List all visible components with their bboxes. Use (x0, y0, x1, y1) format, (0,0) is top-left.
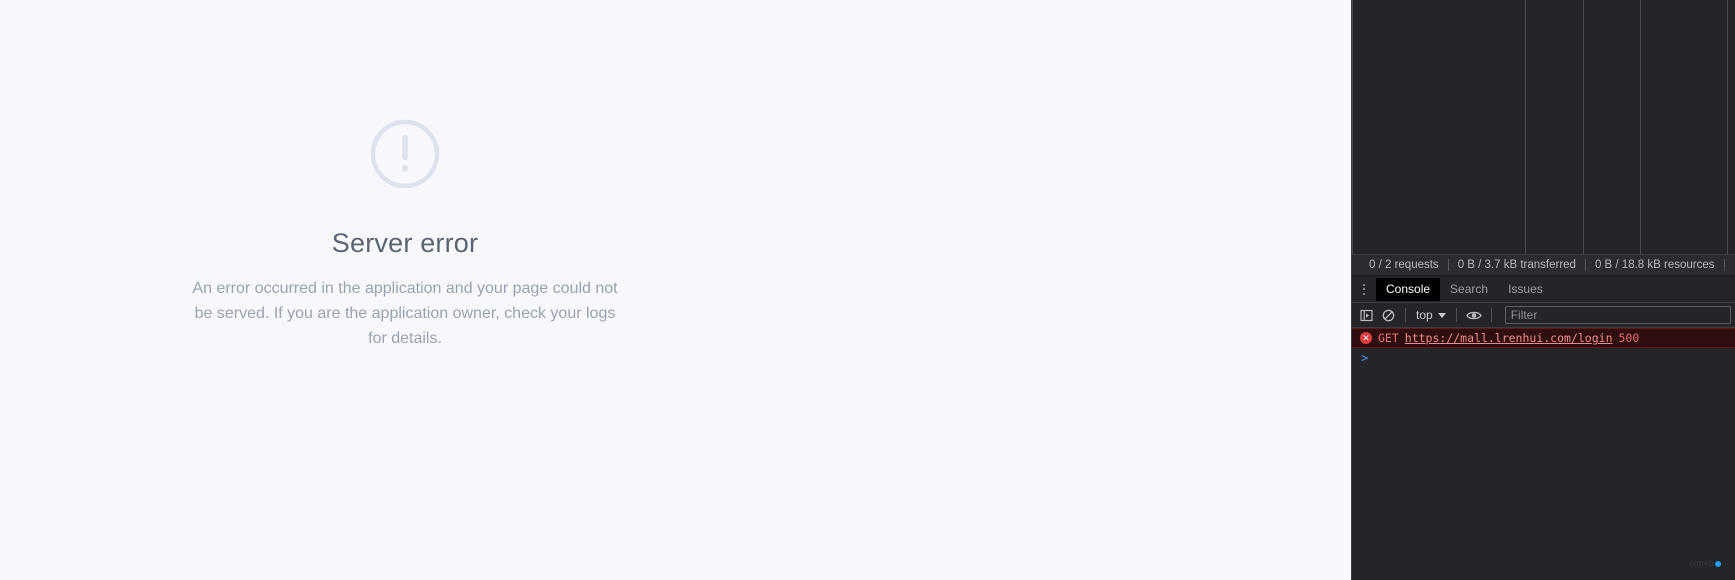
tab-console[interactable]: Console (1376, 277, 1441, 301)
toolbar-divider (1490, 308, 1492, 322)
request-url-link[interactable]: https://mall.lrenhui.com/login (1405, 331, 1613, 345)
clear-console-icon[interactable] (1378, 305, 1398, 325)
page-description: An error occurred in the application and… (192, 280, 618, 347)
more-tools-menu-icon[interactable] (1356, 278, 1372, 300)
summary-requests: 0 / 2 requests (1369, 259, 1439, 271)
prompt-chevron-icon: > (1361, 351, 1369, 365)
summary-resources: 0 B / 18.8 kB resources (1594, 259, 1715, 271)
network-column-divider (1727, 0, 1728, 254)
eye-icon[interactable] (1464, 305, 1484, 325)
tab-issues[interactable]: Issues (1498, 278, 1553, 301)
chevron-down-icon (1437, 312, 1446, 318)
console-toolbar: top Filter (1352, 303, 1735, 328)
execution-context-select[interactable]: top (1413, 308, 1449, 322)
network-column-divider (1525, 0, 1526, 254)
network-waterfall-area (1352, 0, 1735, 254)
page-title: Server error (331, 228, 479, 258)
console-output: ✕ GET https://mall.lrenhui.com/login 500… (1352, 328, 1735, 580)
watermark-text: crmeb (1689, 559, 1714, 568)
network-column-divider (1352, 0, 1353, 254)
summary-transferred: 0 B / 3.7 kB transferred (1457, 259, 1576, 271)
devtools-panel: 0 / 2 requests 0 B / 3.7 kB transferred … (1351, 0, 1735, 580)
console-sidebar-icon[interactable] (1356, 305, 1376, 325)
summary-divider (1723, 259, 1725, 271)
toolbar-divider (1455, 308, 1457, 322)
error-page: Server error An error occurred in the ap… (0, 0, 1351, 580)
network-column-divider (1640, 0, 1641, 254)
network-column-divider (1583, 0, 1584, 254)
network-summary-bar: 0 / 2 requests 0 B / 3.7 kB transferred … (1352, 254, 1735, 276)
request-method: GET (1378, 331, 1399, 345)
request-status-code: 500 (1618, 331, 1640, 345)
console-prompt-row[interactable]: > (1352, 348, 1735, 368)
exclamation-circle-icon (370, 119, 440, 189)
watermark: crmeb (1689, 559, 1721, 568)
execution-context-label: top (1416, 308, 1433, 322)
drawer-tabstrip: Console Search Issues (1352, 276, 1735, 303)
error-block: Server error An error occurred in the ap… (0, 0, 810, 351)
error-icon: ✕ (1360, 332, 1372, 344)
console-message-error[interactable]: ✕ GET https://mall.lrenhui.com/login 500 (1352, 328, 1735, 348)
console-filter-input[interactable]: Filter (1504, 306, 1731, 324)
toolbar-divider (1405, 308, 1406, 322)
tab-search[interactable]: Search (1440, 278, 1498, 301)
watermark-dot-icon (1715, 560, 1721, 567)
